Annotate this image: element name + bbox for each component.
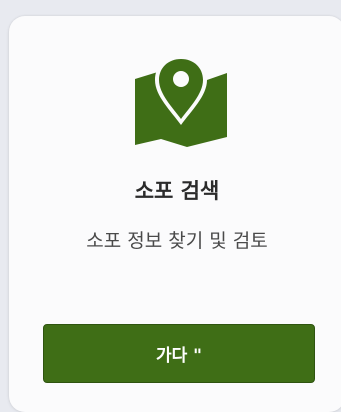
card-subtitle: 소포 정보 찾기 및 검토: [86, 230, 268, 252]
map-pin-icon: [135, 55, 227, 147]
go-button[interactable]: 가다 ": [43, 324, 315, 383]
parcel-search-card: 소포 검색 소포 정보 찾기 및 검토 가다 ": [9, 16, 341, 412]
card-title: 소포 검색: [134, 179, 220, 203]
